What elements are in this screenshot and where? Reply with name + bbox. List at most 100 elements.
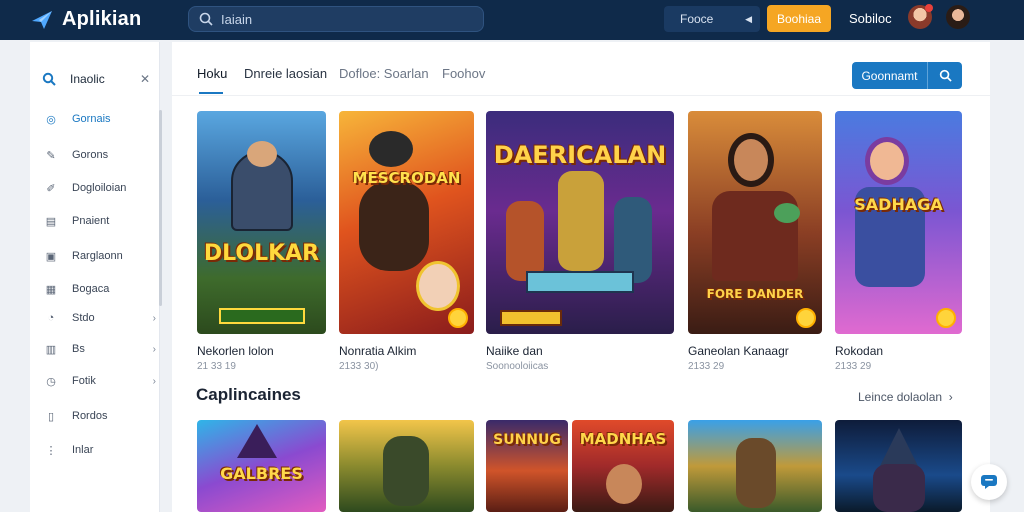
close-icon[interactable]: ✕ [140, 72, 150, 86]
sidebar-item-stdo[interactable]: ◔ Stdo › [44, 308, 156, 328]
wrench-icon: ✎ [46, 149, 56, 162]
primary-action-button[interactable]: Goonnamt [852, 62, 962, 89]
sidebar-header: Inaolic ✕ [42, 72, 154, 86]
game-cover-title: DLOLKAR [203, 241, 320, 266]
grid-icon: ▥ [45, 343, 57, 356]
sidebar-item-label: Bs [72, 343, 85, 355]
sidebar-item-rarglaonn[interactable]: ▣ Rarglaonn [44, 246, 156, 266]
file-icon: ▯ [47, 410, 55, 423]
game-meta: 2133 29 [688, 361, 725, 372]
game-card[interactable] [835, 420, 962, 512]
circle-icon: ◔ [47, 312, 55, 324]
game-cover-title: MESCRODAN [352, 169, 461, 187]
top-bar: Aplikian Iaiain Fooce ◀ Boohiaa Sobiloc [0, 0, 1024, 40]
game-card[interactable] [339, 420, 474, 512]
pen-icon: ✐ [46, 182, 56, 195]
chat-icon [981, 475, 997, 489]
image-icon: ▣ [45, 250, 57, 263]
tab-dofloe[interactable]: Dofloe: Soarlan [339, 66, 429, 81]
sidebar-item-label: Bogaca [72, 283, 110, 295]
game-card[interactable]: GALBRES [197, 420, 326, 512]
document-icon: ▤ [45, 215, 57, 228]
tab-foohov[interactable]: Foohov [442, 66, 485, 81]
game-meta: Soonooloiicas [486, 361, 549, 372]
game-card[interactable]: MESCRODAN [339, 111, 474, 334]
game-cover-title: DAERICALAN [493, 141, 667, 169]
search-icon [928, 62, 962, 89]
notification-badge [925, 4, 933, 12]
logo-icon [32, 10, 52, 29]
secondary-avatar[interactable] [946, 5, 970, 29]
game-card[interactable]: DAERICALAN [486, 111, 674, 334]
active-tab-indicator [199, 92, 223, 94]
sidebar: Inaolic ✕ ◎ Gornais ✎ Gorons ✐ Dogloiloi… [30, 42, 160, 512]
sidebar-item-pnaient[interactable]: ▤ Pnaient [44, 211, 156, 231]
game-meta: 2133 29 [835, 361, 872, 372]
filter-select[interactable]: Fooce ◀ [664, 6, 760, 32]
game-title[interactable]: Ganeolan Kanaagr [688, 344, 789, 358]
favorite-badge [796, 308, 816, 328]
sidebar-item-label: Gornais [72, 113, 111, 125]
search-icon [42, 72, 56, 86]
app-logo[interactable]: Aplikian [30, 8, 141, 31]
sidebar-item-label: Stdo [72, 312, 95, 324]
sidebar-item-inlar[interactable]: ⋮ Inlar [44, 440, 156, 460]
sidebar-item-bs[interactable]: ▥ Bs › [44, 339, 156, 359]
globe-icon: ◎ [46, 113, 56, 126]
filter-select-label: Fooce [680, 12, 714, 26]
game-card[interactable]: SUNNUG [486, 420, 568, 512]
chevron-right-icon: › [152, 312, 156, 324]
chevron-right-icon: › [152, 375, 156, 387]
sidebar-item-gornais[interactable]: ◎ Gornais [44, 109, 156, 129]
chat-button[interactable] [971, 464, 1007, 500]
favorite-badge [936, 308, 956, 328]
see-all-link-label: Leince dolaolan [858, 390, 943, 404]
game-meta: 2133 30) [339, 361, 379, 372]
tabs-divider [172, 95, 990, 96]
game-title[interactable]: Rokodan [835, 344, 883, 358]
book-icon: ▦ [45, 283, 57, 296]
sidebar-item-rordos[interactable]: ▯ Rordos [44, 406, 156, 426]
sidebar-scrollbar[interactable] [159, 110, 162, 306]
game-card[interactable]: DLOLKAR [197, 111, 326, 334]
chevron-right-icon: › [152, 343, 156, 355]
caret-left-icon: ◀ [745, 13, 752, 24]
game-card[interactable]: SADHAGA [835, 111, 962, 334]
sidebar-item-bogaca[interactable]: ▦ Bogaca [44, 279, 156, 299]
game-card[interactable]: MADNHAS [572, 420, 674, 512]
sidebar-item-label: Fotik [72, 375, 96, 387]
game-title[interactable]: Nonratia Alkim [339, 344, 416, 358]
sidebar-item-label: Rordos [72, 410, 108, 422]
tab-hoku[interactable]: Hoku [197, 66, 227, 81]
game-card[interactable]: FORE DANDER [688, 111, 822, 334]
game-card[interactable] [688, 420, 822, 512]
sidebar-item-label: Inlar [72, 444, 94, 456]
game-cover-title: SUNNUG [493, 432, 561, 448]
search-input[interactable]: Iaiain [188, 6, 484, 32]
logo-text: Aplikian [62, 8, 142, 30]
search-text: Iaiain [221, 11, 253, 27]
dots-icon: ⋮ [45, 444, 57, 457]
chevron-right-icon: › [948, 390, 953, 404]
section-title: Caplincaines [196, 385, 301, 404]
game-meta: 21 33 19 [197, 361, 236, 372]
sidebar-item-label: Gorons [72, 149, 109, 161]
game-cover-title: FORE DANDER [706, 287, 804, 301]
game-title[interactable]: Nekorlen lolon [197, 344, 274, 358]
sidebar-item-label: Pnaient [72, 215, 110, 227]
game-cover-title: GALBRES [220, 464, 303, 483]
game-cover-title: MADNHAS [579, 430, 667, 448]
sidebar-item-fotik[interactable]: ◷ Fotik › [44, 371, 156, 391]
clock-icon: ◷ [46, 375, 56, 388]
sidebar-item-label: Dogloiloian [72, 182, 127, 194]
see-all-link[interactable]: Leince dolaolan › [858, 390, 953, 404]
game-title[interactable]: Naiike dan [486, 344, 543, 358]
sidebar-header-label: Inaolic [70, 72, 105, 86]
right-gutter [990, 42, 1024, 512]
sidebar-item-dogloiloian[interactable]: ✐ Dogloiloian [44, 178, 156, 198]
user-name[interactable]: Sobiloc [849, 11, 892, 26]
tab-dnreie[interactable]: Dnreie laosian [244, 66, 327, 81]
game-cover-title: SADHAGA [854, 195, 943, 214]
sidebar-item-gorons[interactable]: ✎ Gorons [44, 145, 156, 165]
cta-button[interactable]: Boohiaa [767, 5, 831, 32]
